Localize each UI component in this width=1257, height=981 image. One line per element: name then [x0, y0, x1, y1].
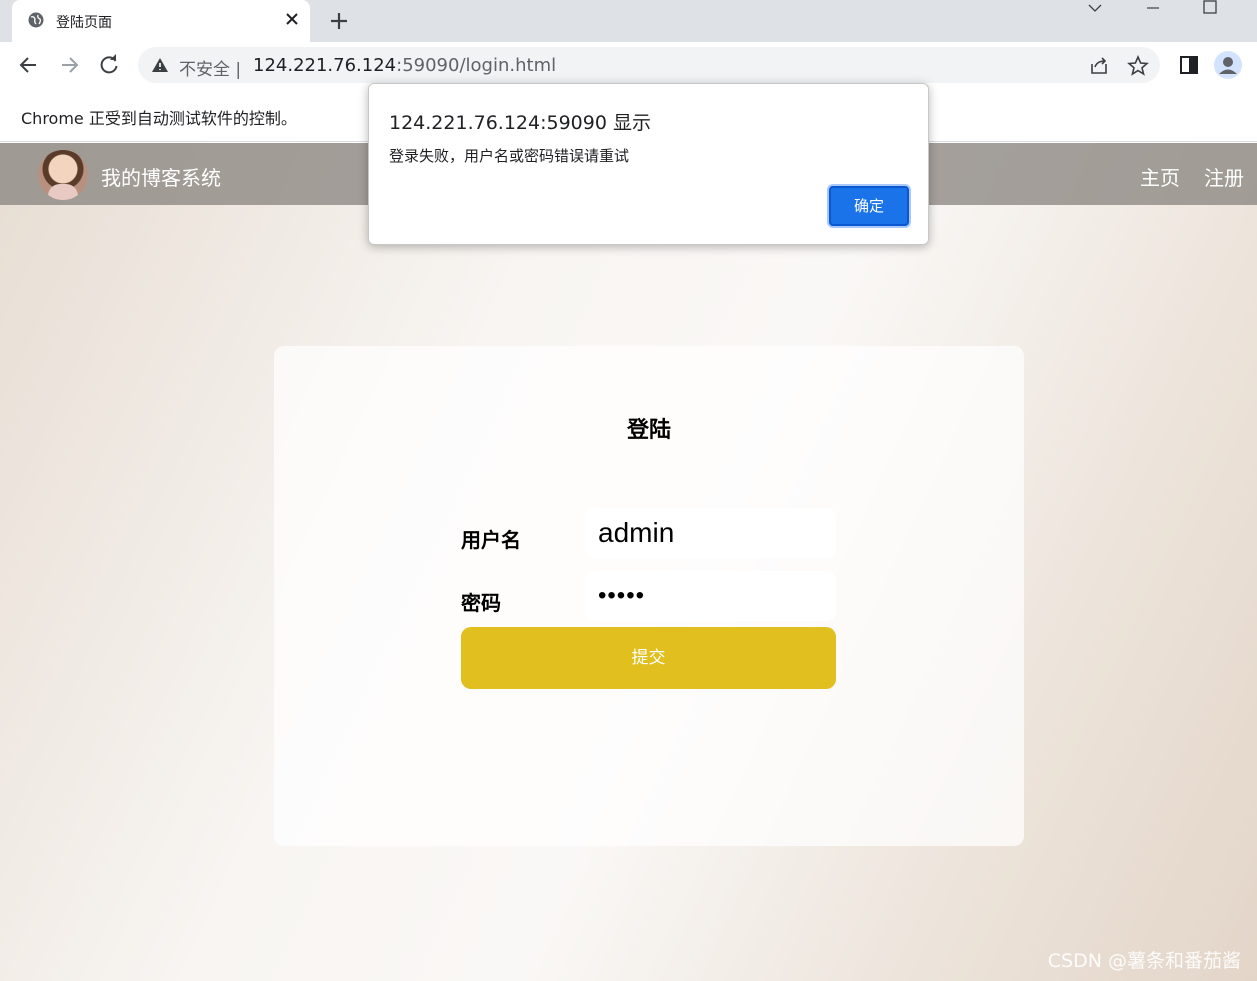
profile-icon[interactable]: [1214, 51, 1242, 79]
close-icon[interactable]: [282, 9, 302, 29]
site-title: 我的博客系统: [101, 166, 221, 190]
username-label: 用户名: [461, 528, 521, 552]
share-icon[interactable]: [1088, 55, 1110, 77]
browser-toolbar: 不安全 | 124.221.76.124:59090/login.html: [0, 42, 1257, 88]
minimize-icon[interactable]: [1130, 0, 1176, 20]
tab-strip: 登陆页面: [0, 0, 1257, 42]
username-input[interactable]: admin: [586, 508, 836, 558]
security-label[interactable]: 不安全 |: [179, 55, 241, 80]
password-label: 密码: [461, 591, 501, 615]
reload-icon[interactable]: [96, 52, 122, 78]
globe-icon: [28, 12, 44, 28]
chevron-down-icon[interactable]: [1072, 0, 1118, 20]
nav-link-register[interactable]: 注册: [1204, 162, 1244, 191]
login-title: 登陆: [626, 418, 671, 443]
address-bar[interactable]: 不安全 | 124.221.76.124:59090/login.html: [138, 47, 1160, 83]
url-text[interactable]: 124.221.76.124:59090/login.html: [253, 55, 556, 76]
nav-link-home[interactable]: 主页: [1140, 162, 1180, 191]
submit-button[interactable]: 提交: [461, 627, 836, 689]
tab-title: 登陆页面: [56, 15, 112, 31]
back-icon[interactable]: [16, 52, 42, 78]
warning-icon: [152, 58, 168, 72]
alert-dialog: 124.221.76.124:59090 显示 登录失败，用户名或密码错误请重试…: [368, 83, 929, 245]
browser-tab[interactable]: 登陆页面: [12, 0, 310, 42]
alert-message: 登录失败，用户名或密码错误请重试: [389, 147, 630, 165]
star-icon[interactable]: [1127, 55, 1149, 77]
sidepanel-icon[interactable]: [1176, 52, 1202, 78]
infobar-text: Chrome 正受到自动测试软件的控制。: [21, 109, 297, 128]
alert-title: 124.221.76.124:59090 显示: [389, 112, 651, 134]
page-content: 我的博客系统 主页 注册 登陆 用户名 admin 密码 ••••• 提交 CS…: [0, 143, 1257, 981]
login-card: 登陆 用户名 admin 密码 ••••• 提交: [274, 346, 1024, 846]
watermark: CSDN @薯条和番茄酱: [1047, 950, 1241, 972]
maximize-icon[interactable]: [1187, 0, 1233, 20]
forward-icon[interactable]: [56, 52, 82, 78]
password-input[interactable]: •••••: [586, 571, 836, 621]
avatar: [38, 150, 88, 200]
plus-icon[interactable]: [328, 10, 350, 32]
alert-ok-button[interactable]: 确定: [829, 186, 909, 226]
